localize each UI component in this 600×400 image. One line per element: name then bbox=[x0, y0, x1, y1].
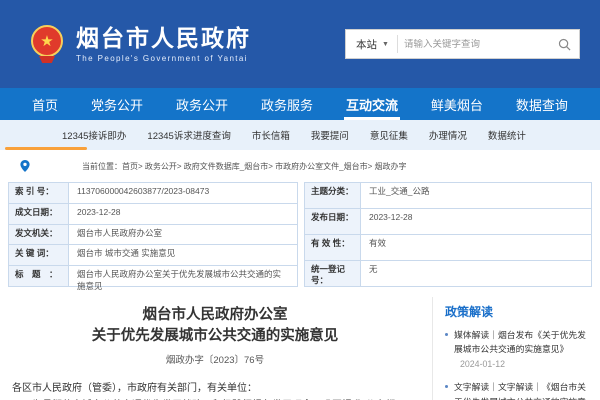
chevron-down-icon: ▼ bbox=[382, 41, 389, 48]
nav-item-gov-services[interactable]: 政务服务 bbox=[257, 88, 317, 120]
policy-item-text: 文字解读｜文字解读｜《烟台市关于优先发展城市公共交通的实施意见》 bbox=[454, 382, 586, 400]
yantai-gov-page: ★ 烟台市人民政府 The People's Government of Yan… bbox=[0, 0, 600, 400]
meta-value: 有效 bbox=[361, 235, 591, 260]
meta-value: 烟台市人民政府办公室关于优先发展城市公共交通的实施意见 bbox=[69, 266, 297, 286]
meta-value: 2023-12-28 bbox=[69, 204, 297, 224]
search-input[interactable] bbox=[398, 39, 550, 50]
nav-item-fresh-yantai[interactable]: 鲜美烟台 bbox=[427, 88, 487, 120]
meta-row-keywords: 关 键 词： 烟台市 城市交通 实施意见 bbox=[9, 245, 297, 266]
document-meta: 索 引 号： 113706000042603877/2023-08473 成文日… bbox=[0, 182, 600, 287]
meta-label: 发布日期： bbox=[305, 209, 361, 234]
meta-table-right: 主题分类： 工业_交通_公路 发布日期： 2023-12-28 有 效 性： 有… bbox=[304, 182, 592, 287]
search-scope-label: 本站 bbox=[356, 37, 377, 52]
sub-nav: 12345接诉即办 12345诉求进度查询 市长信箱 我要提问 意见征集 办理情… bbox=[0, 120, 600, 150]
policy-item-text: 媒体解读｜烟台发布《关于优先发展城市公共交通的实施意见》 bbox=[454, 330, 586, 355]
policy-item-media[interactable]: 媒体解读｜烟台发布《关于优先发展城市公共交通的实施意见》 2024-01-12 bbox=[445, 328, 592, 372]
meta-value: 烟台市 城市交通 实施意见 bbox=[69, 245, 297, 265]
meta-label: 关 键 词： bbox=[9, 245, 69, 265]
bullet-dot-icon bbox=[445, 385, 448, 388]
meta-label: 成文日期： bbox=[9, 204, 69, 224]
meta-label: 标 题 ： bbox=[9, 266, 69, 286]
nav-item-data-query[interactable]: 数据查询 bbox=[512, 88, 572, 120]
meta-row-topic-category: 主题分类： 工业_交通_公路 bbox=[305, 183, 591, 209]
nav-item-interaction[interactable]: 互动交流 bbox=[342, 88, 402, 120]
meta-value: 113706000042603877/2023-08473 bbox=[69, 183, 297, 203]
nav-item-gov-affairs[interactable]: 政务公开 bbox=[172, 88, 232, 120]
meta-label: 主题分类： bbox=[305, 183, 361, 208]
brand-text: 烟台市人民政府 The People's Government of Yanta… bbox=[76, 25, 251, 63]
meta-row-written-date: 成文日期： 2023-12-28 bbox=[9, 204, 297, 225]
search-scope-select[interactable]: 本站 ▼ bbox=[346, 37, 397, 52]
subnav-item-mayor-mailbox[interactable]: 市长信箱 bbox=[252, 128, 290, 142]
meta-value: 2023-12-28 bbox=[361, 209, 591, 234]
meta-row-validity: 有 效 性： 有效 bbox=[305, 235, 591, 261]
document-body: 各区市人民政府（管委），市政府有关部门，有关单位： 为贯彻落实城市公共交通优先发… bbox=[12, 380, 418, 400]
policy-panel-title: 政策解读 bbox=[445, 303, 592, 320]
meta-row-index-no: 索 引 号： 113706000042603877/2023-08473 bbox=[9, 183, 297, 204]
search-icon[interactable] bbox=[550, 38, 579, 51]
meta-table-left: 索 引 号： 113706000042603877/2023-08473 成文日… bbox=[8, 182, 298, 287]
meta-value: 工业_交通_公路 bbox=[361, 183, 591, 208]
document-title-line2: 关于优先发展城市公共交通的实施意见 bbox=[12, 326, 418, 347]
subnav-item-data-statistics[interactable]: 数据统计 bbox=[488, 128, 526, 142]
meta-label: 发文机关： bbox=[9, 225, 69, 245]
document-salutation: 各区市人民政府（管委），市政府有关部门，有关单位： bbox=[12, 380, 418, 398]
subnav-item-12345-hotline[interactable]: 12345接诉即办 bbox=[62, 128, 126, 142]
site-brand[interactable]: ★ 烟台市人民政府 The People's Government of Yan… bbox=[30, 25, 251, 63]
subnav-accent-bar bbox=[5, 147, 87, 150]
nav-item-party-affairs[interactable]: 党务公开 bbox=[87, 88, 147, 120]
location-pin-icon bbox=[20, 160, 30, 172]
meta-row-title: 标 题 ： 烟台市人民政府办公室关于优先发展城市公共交通的实施意见 bbox=[9, 266, 297, 286]
document-article: 烟台市人民政府办公室 关于优先发展城市公共交通的实施意见 烟政办字〔2023〕7… bbox=[8, 297, 432, 400]
emblem-circle: ★ bbox=[31, 25, 63, 57]
breadcrumb-text[interactable]: 当前位置：首页> 政务公开> 政府文件数据库_烟台市> 市政府办公室文件_烟台市… bbox=[82, 161, 406, 172]
bullet-dot-icon bbox=[445, 333, 448, 336]
meta-row-publish-date: 发布日期： 2023-12-28 bbox=[305, 209, 591, 235]
nav-item-home[interactable]: 首页 bbox=[28, 88, 62, 120]
emblem-ribbon bbox=[39, 56, 55, 63]
subnav-item-opinion-collection[interactable]: 意见征集 bbox=[370, 128, 408, 142]
meta-value: 无 bbox=[361, 261, 591, 286]
breadcrumb: 当前位置：首页> 政务公开> 政府文件数据库_烟台市> 市政府办公室文件_烟台市… bbox=[0, 154, 600, 178]
search-box: 本站 ▼ bbox=[345, 29, 580, 59]
subnav-item-handling-status[interactable]: 办理情况 bbox=[429, 128, 467, 142]
site-banner: ★ 烟台市人民政府 The People's Government of Yan… bbox=[0, 0, 600, 88]
subnav-item-ask-question[interactable]: 我要提问 bbox=[311, 128, 349, 142]
meta-value: 烟台市人民政府办公室 bbox=[69, 225, 297, 245]
meta-label: 有 效 性： bbox=[305, 235, 361, 260]
star-icon: ★ bbox=[40, 34, 53, 49]
site-title: 烟台市人民政府 bbox=[76, 25, 251, 51]
site-title-en: The People's Government of Yantai bbox=[76, 54, 251, 63]
meta-label: 索 引 号： bbox=[9, 183, 69, 203]
subnav-item-12345-progress[interactable]: 12345诉求进度查询 bbox=[147, 128, 230, 142]
policy-item-text-interpretation[interactable]: 文字解读｜文字解读｜《烟台市关于优先发展城市公共交通的实施意见》2023-12-… bbox=[445, 380, 592, 400]
document-number: 烟政办字〔2023〕76号 bbox=[12, 352, 418, 366]
main-nav: 首页 党务公开 政务公开 政务服务 互动交流 鲜美烟台 数据查询 bbox=[0, 88, 600, 120]
document-title-line1: 烟台市人民政府办公室 bbox=[12, 305, 418, 326]
national-emblem-logo: ★ bbox=[30, 25, 64, 63]
content-row: 烟台市人民政府办公室 关于优先发展城市公共交通的实施意见 烟政办字〔2023〕7… bbox=[0, 297, 600, 400]
policy-interpretation-panel: 政策解读 媒体解读｜烟台发布《关于优先发展城市公共交通的实施意见》 2024-01… bbox=[432, 297, 592, 400]
meta-row-issuing-agency: 发文机关： 烟台市人民政府办公室 bbox=[9, 225, 297, 246]
meta-label: 统一登记号： bbox=[305, 261, 361, 286]
meta-row-unified-reg-no: 统一登记号： 无 bbox=[305, 261, 591, 286]
policy-item-date: 2024-01-12 bbox=[460, 359, 505, 369]
